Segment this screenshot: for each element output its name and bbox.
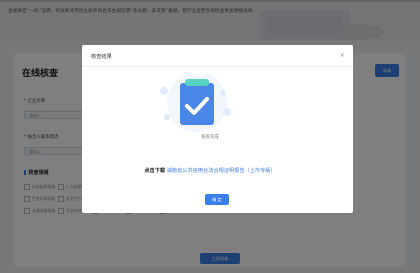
- download-prefix: 点击下载: [144, 168, 166, 174]
- download-link[interactable]: 湖南省公共信用合法合规证明报告（上市专版）: [167, 168, 276, 174]
- modal-title: 核查结果: [91, 54, 112, 60]
- ok-button[interactable]: 确 定: [205, 194, 229, 205]
- clipboard-check-icon: [160, 75, 231, 132]
- download-line: 点击下载 湖南省公共信用合法合规证明报告（上市专版）: [0, 167, 420, 174]
- close-icon[interactable]: ×: [340, 51, 345, 59]
- status-text: 核查完成: [201, 135, 219, 140]
- modal-header: 核查结果 ×: [82, 45, 353, 67]
